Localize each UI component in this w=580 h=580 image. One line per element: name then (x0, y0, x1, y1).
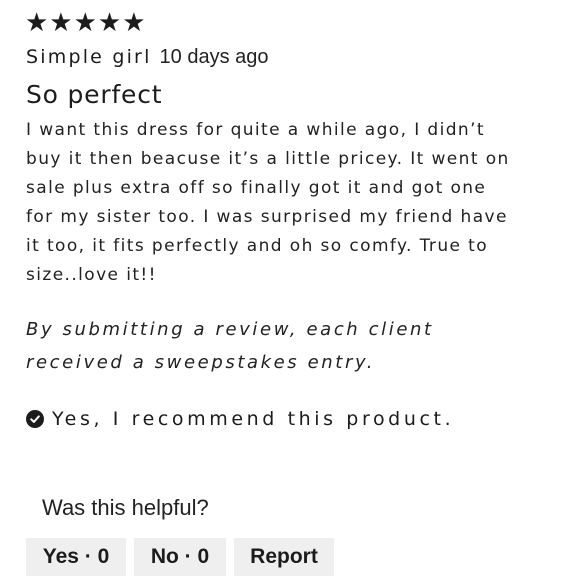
review-body: I want this dress for quite a while ago,… (26, 116, 576, 290)
review-body-line: sale plus extra off so finally got it an… (26, 178, 487, 198)
review-meta: Simple girl 10 days ago (26, 44, 269, 70)
review-author: Simple girl (26, 46, 152, 68)
helpful-no-button[interactable]: No · 0 (134, 538, 226, 576)
report-button[interactable]: Report (234, 538, 334, 576)
review-body-line: buy it then beacuse it’s a little pricey… (26, 149, 510, 169)
recommend-label: Yes, I recommend this product. (52, 408, 455, 430)
review-body-line: for my sister too. I was surprised my fr… (26, 207, 508, 227)
review-body-line: I want this dress for quite a while ago,… (26, 120, 485, 140)
review-age: 10 days ago (159, 46, 269, 68)
helpful-yes-button[interactable]: Yes · 0 (26, 538, 126, 576)
check-circle-icon (26, 410, 44, 428)
disclaimer-line: By submitting a review, each client (26, 319, 434, 340)
review-body-line: size..love it!! (26, 265, 157, 285)
sweepstakes-disclaimer: By submitting a review, each client rece… (26, 313, 434, 379)
disclaimer-line: received a sweepstakes entry. (26, 352, 376, 373)
recommend-statement: Yes, I recommend this product. (26, 404, 454, 434)
review-title: So perfect (26, 80, 163, 109)
rating-stars: ★★★★★ (25, 8, 147, 38)
helpful-question: Was this helpful? (42, 495, 209, 520)
review-body-line: it too, it fits perfectly and oh so comf… (26, 236, 489, 256)
